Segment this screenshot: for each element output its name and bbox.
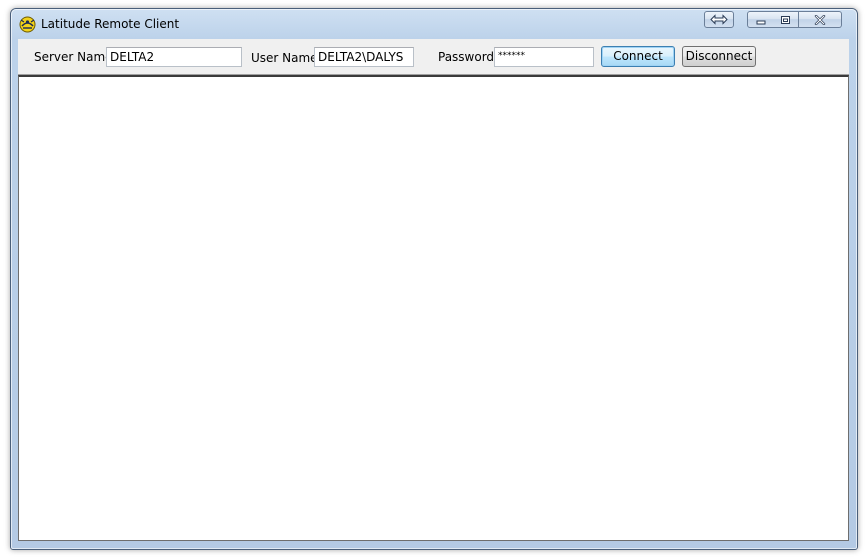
- restore-icon: [780, 10, 791, 29]
- app-logo-icon[interactable]: [19, 16, 36, 33]
- minimize-icon: [756, 10, 766, 29]
- close-button[interactable]: [799, 11, 842, 28]
- remote-display-area[interactable]: [18, 75, 849, 541]
- title-bar[interactable]: Latitude Remote Client: [11, 9, 857, 39]
- close-icon: [814, 10, 826, 29]
- connection-toolbar: Server Name DELTA2 User Name DELTA2\DALY…: [18, 39, 849, 75]
- restore-button[interactable]: [773, 11, 799, 28]
- disconnect-button[interactable]: Disconnect: [682, 46, 756, 67]
- server-name-label: Server Name: [34, 50, 113, 64]
- password-field[interactable]: ******: [494, 47, 594, 67]
- minimize-button[interactable]: [747, 11, 774, 28]
- password-label: Password: [438, 50, 495, 64]
- server-name-field[interactable]: DELTA2: [106, 47, 242, 67]
- user-name-field[interactable]: DELTA2\DALYS: [314, 47, 414, 67]
- app-window: Latitude Remote Client Server Name DELTA…: [10, 8, 858, 550]
- user-name-label: User Name: [251, 51, 318, 65]
- connect-button[interactable]: Connect: [601, 46, 675, 67]
- resize-button[interactable]: [704, 11, 734, 28]
- resize-arrows-icon: [710, 10, 728, 29]
- window-title: Latitude Remote Client: [41, 17, 180, 31]
